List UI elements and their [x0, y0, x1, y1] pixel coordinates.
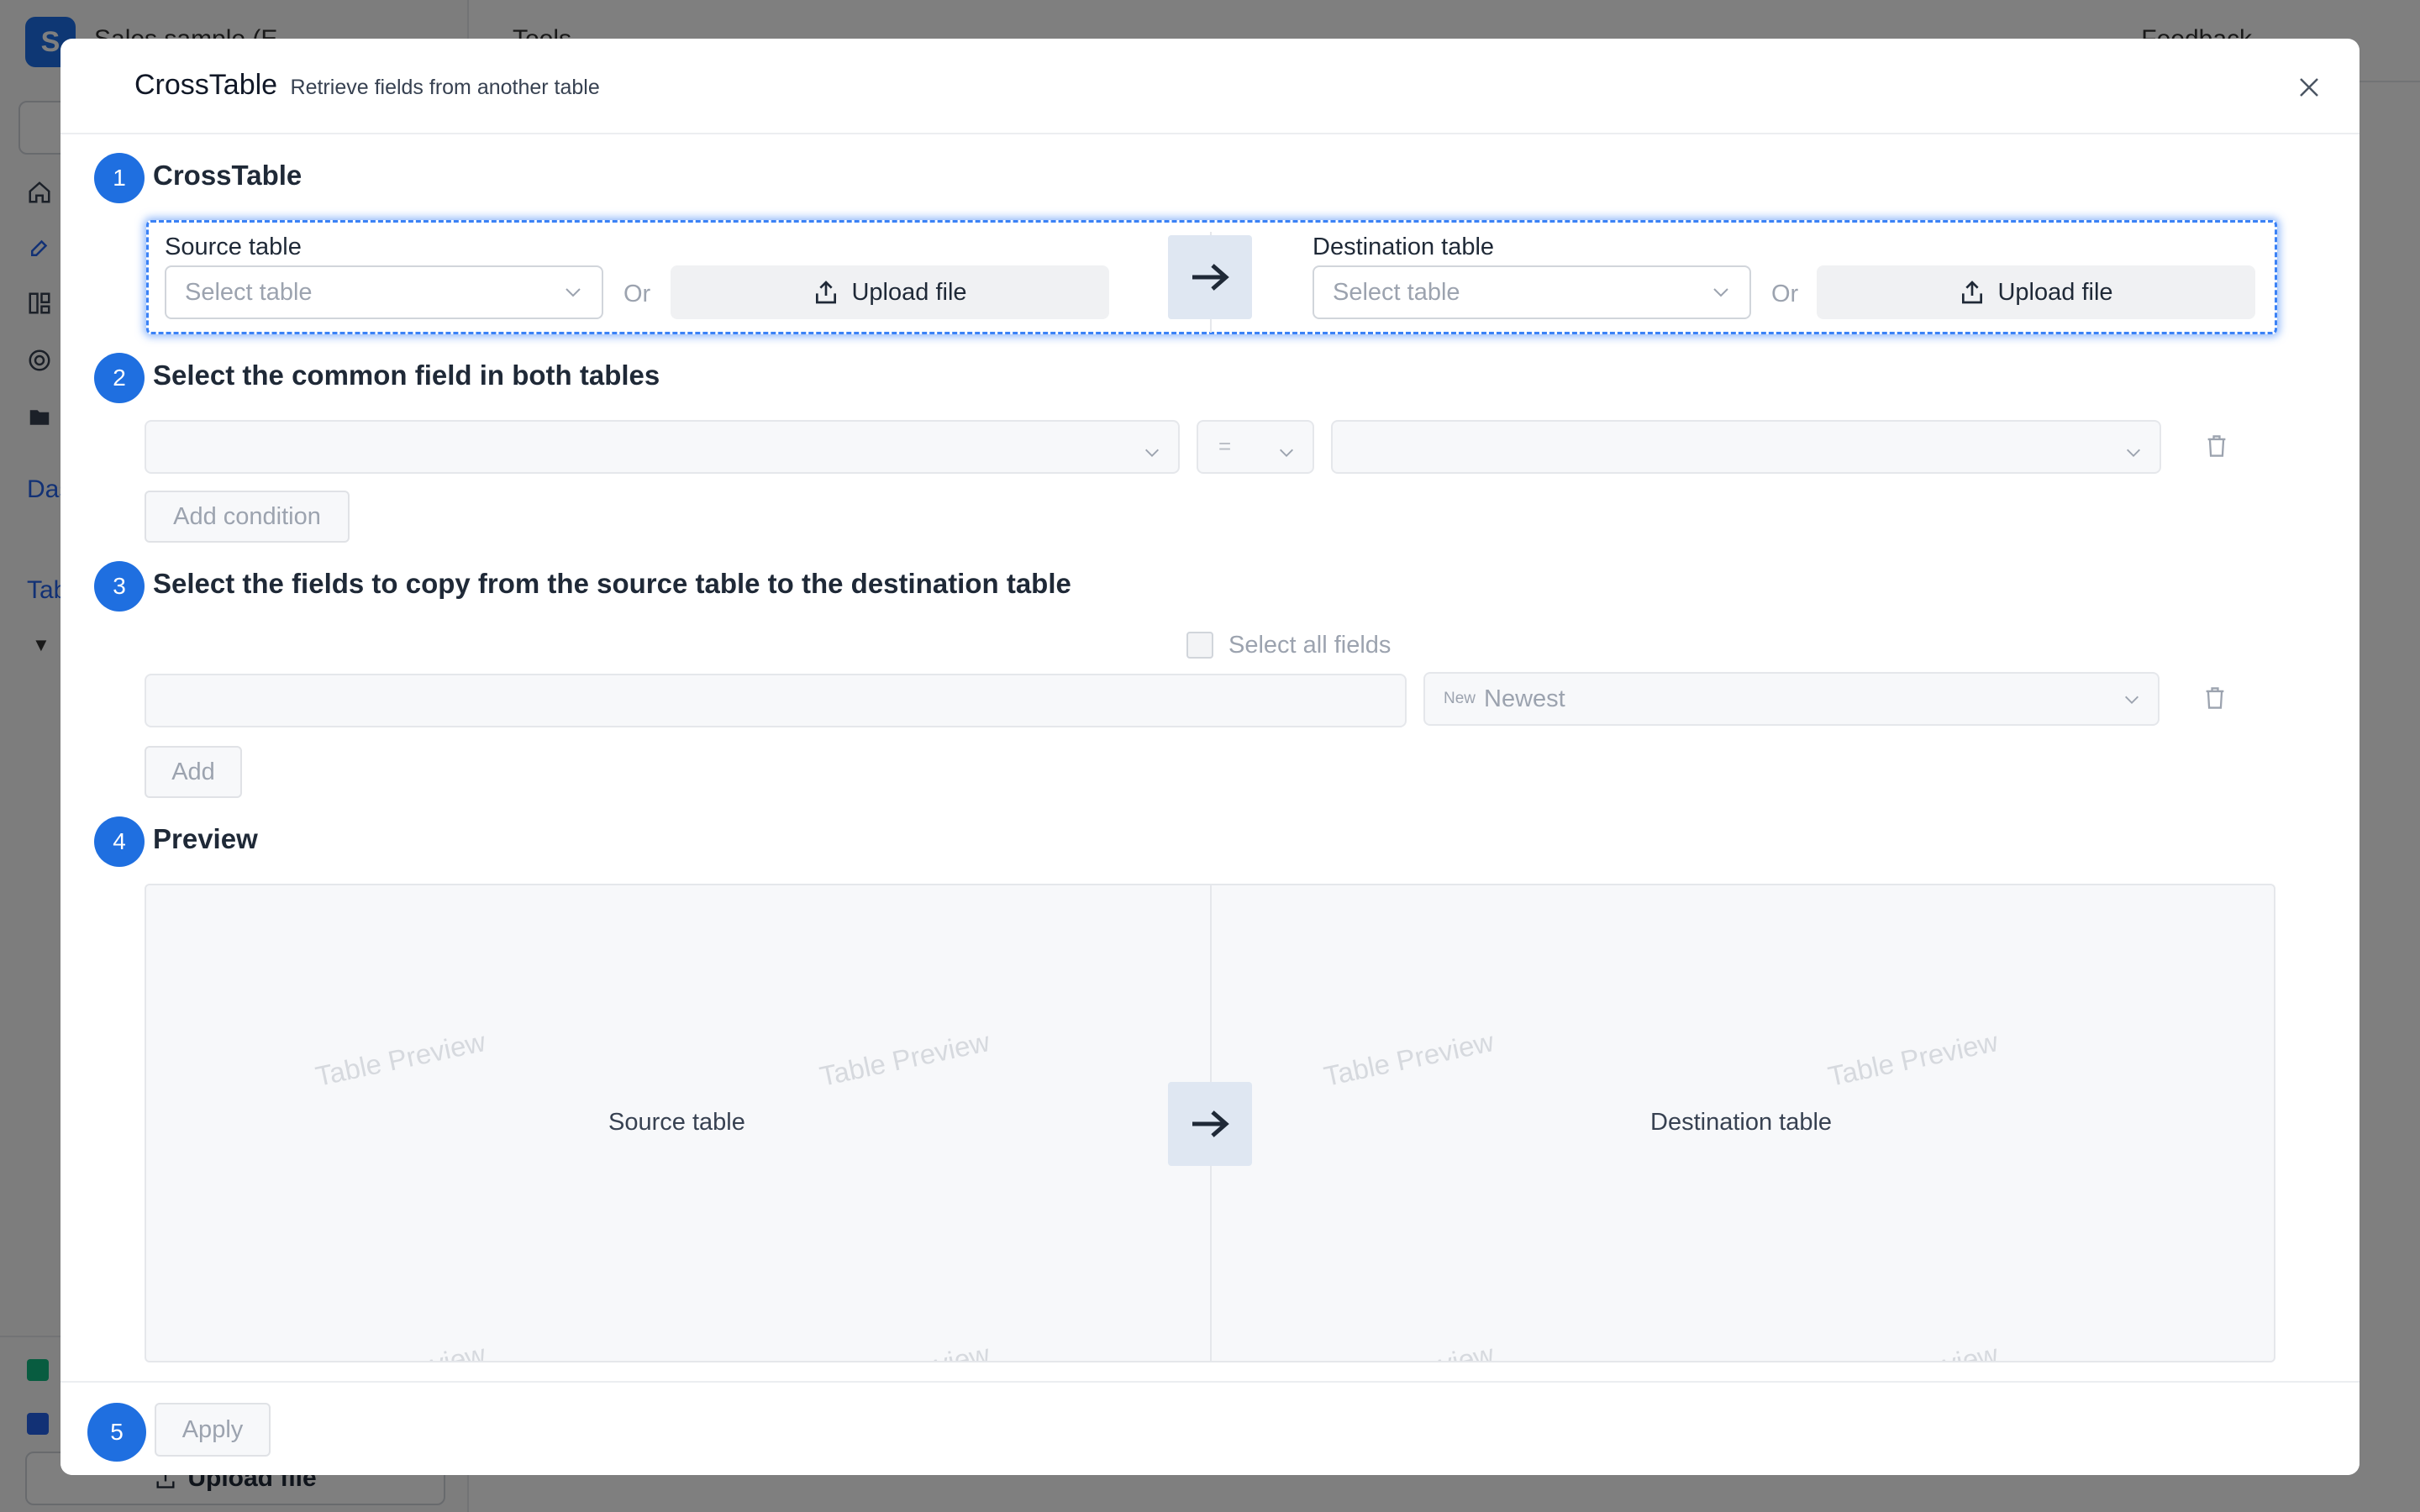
chevron-down-icon: [2127, 449, 2140, 457]
modal-title: CrossTable Retrieve fields from another …: [134, 69, 600, 102]
source-or-text: Or: [623, 281, 651, 307]
close-button[interactable]: [2291, 69, 2328, 106]
destination-upload-button[interactable]: Upload file: [1817, 265, 2255, 319]
modal-footer: 5 Apply: [60, 1381, 2360, 1475]
step-3-badge: 3: [94, 561, 145, 612]
modal-title-text: CrossTable: [134, 69, 278, 101]
arrow-right-icon: [1192, 264, 1229, 291]
destination-table-select[interactable]: Select table: [1313, 265, 1751, 319]
chevron-down-icon: [1713, 288, 1728, 297]
preview-watermark: Table Preview: [817, 1338, 992, 1361]
destination-table-placeholder: Select table: [1333, 278, 1460, 306]
preview-source-label: Source table: [608, 1109, 745, 1136]
preview-watermark: Table Preview: [1825, 1338, 2001, 1361]
source-upload-label: Upload file: [851, 278, 967, 306]
preview-direction-arrow: [1168, 1082, 1252, 1166]
source-field-select[interactable]: [145, 420, 1180, 474]
delete-field-icon[interactable]: [2203, 685, 2227, 711]
select-all-label: Select all fields: [1228, 632, 1392, 659]
preview-watermark: Table Preview: [313, 1026, 488, 1092]
arrow-right-icon: [1192, 1110, 1229, 1137]
destination-field-select[interactable]: [1331, 420, 2161, 474]
close-icon: [2300, 78, 2318, 97]
chevron-down-icon: [566, 288, 581, 297]
destination-table-label: Destination table: [1313, 234, 1495, 260]
delete-condition-icon[interactable]: [2205, 433, 2228, 459]
step-4-title: Preview: [153, 823, 258, 854]
step-1-badge: 1: [94, 153, 145, 203]
operator-select[interactable]: =: [1197, 420, 1314, 474]
copy-mode-select[interactable]: New Newest: [1423, 672, 2160, 726]
operator-value: =: [1218, 433, 1232, 459]
step-4-badge: 4: [94, 816, 145, 867]
source-table-label: Source table: [165, 234, 302, 260]
select-all-checkbox[interactable]: [1186, 632, 1213, 659]
step-1-title: CrossTable: [153, 160, 302, 191]
source-table-placeholder: Select table: [185, 278, 313, 306]
step-5-badge: 5: [87, 1403, 146, 1462]
copy-mode-tag: New: [1444, 690, 1476, 707]
preview-watermark: Table Preview: [1321, 1026, 1497, 1092]
copy-mode-value: Newest: [1484, 685, 1565, 712]
add-field-button[interactable]: Add: [145, 746, 242, 798]
destination-upload-label: Upload file: [1997, 278, 2113, 306]
preview-watermark: Table Preview: [817, 1026, 992, 1092]
crosstable-modal: CrossTable Retrieve fields from another …: [60, 39, 2360, 1475]
source-table-select[interactable]: Select table: [165, 265, 603, 319]
direction-arrow: [1168, 235, 1252, 319]
upload-icon: [816, 281, 837, 304]
step-3-title: Select the fields to copy from the sourc…: [153, 568, 1071, 599]
add-condition-button[interactable]: Add condition: [145, 491, 350, 543]
source-upload-button[interactable]: Upload file: [671, 265, 1109, 319]
apply-button[interactable]: Apply: [155, 1403, 271, 1457]
preview-watermark: Table Preview: [1825, 1026, 2001, 1092]
preview-watermark: Table Preview: [1321, 1338, 1497, 1361]
preview-watermark: Table Preview: [313, 1338, 488, 1361]
chevron-down-icon: [1280, 449, 1293, 457]
preview-panel: Table Preview Table Preview Table Previe…: [145, 884, 2275, 1362]
modal-subtitle: Retrieve fields from another table: [290, 76, 600, 99]
step-2-title: Select the common field in both tables: [153, 360, 660, 391]
preview-destination-label: Destination table: [1650, 1109, 1833, 1136]
chevron-down-icon: [2125, 696, 2139, 704]
chevron-down-icon: [1145, 449, 1159, 457]
modal-header: CrossTable Retrieve fields from another …: [60, 39, 2360, 134]
destination-or-text: Or: [1771, 281, 1799, 307]
step-2-badge: 2: [94, 353, 145, 403]
upload-icon: [1962, 281, 1983, 304]
copy-field-select[interactable]: [145, 674, 1407, 727]
